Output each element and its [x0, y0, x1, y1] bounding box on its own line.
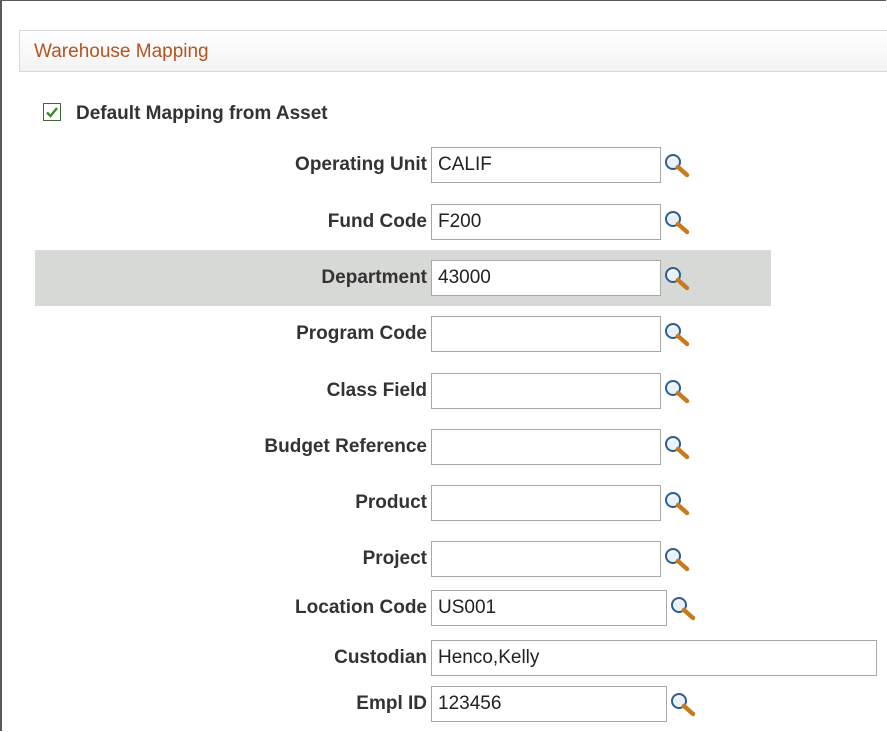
field-row-product: Product	[0, 485, 887, 521]
empl-id-label: Empl ID	[356, 693, 427, 714]
program-code-input[interactable]	[431, 316, 661, 352]
default-mapping-checkbox[interactable]	[43, 103, 61, 121]
field-row-class-field: Class Field	[0, 373, 887, 409]
operating-unit-label: Operating Unit	[295, 154, 427, 175]
field-row-empl-id: Empl ID	[0, 686, 887, 722]
field-row-project: Project	[0, 541, 887, 577]
section-header: Warehouse Mapping	[19, 30, 887, 72]
budget-reference-lookup-icon[interactable]	[662, 434, 692, 460]
location-code-label: Location Code	[295, 597, 427, 618]
class-field-label: Class Field	[326, 380, 427, 401]
fund-code-label: Fund Code	[327, 211, 427, 232]
department-input[interactable]	[431, 260, 661, 296]
section-title: Warehouse Mapping	[34, 41, 209, 62]
checkmark-icon	[46, 107, 58, 118]
field-row-operating-unit: Operating Unit	[0, 147, 887, 183]
empl-id-lookup-icon[interactable]	[668, 691, 698, 717]
operating-unit-input[interactable]	[431, 147, 661, 183]
product-lookup-icon[interactable]	[662, 490, 692, 516]
class-field-input[interactable]	[431, 373, 661, 409]
department-label: Department	[321, 267, 427, 288]
department-lookup-icon[interactable]	[662, 265, 692, 291]
field-row-location-code: Location Code	[0, 590, 887, 626]
product-label: Product	[355, 492, 427, 513]
empl-id-input[interactable]	[431, 686, 667, 722]
product-input[interactable]	[431, 485, 661, 521]
field-row-fund-code: Fund Code	[0, 204, 887, 240]
custodian-input[interactable]	[431, 640, 877, 676]
fund-code-lookup-icon[interactable]	[662, 209, 692, 235]
budget-reference-label: Budget Reference	[264, 436, 427, 457]
project-input[interactable]	[431, 541, 661, 577]
location-code-lookup-icon[interactable]	[668, 595, 698, 621]
field-row-budget-reference: Budget Reference	[0, 429, 887, 465]
budget-reference-input[interactable]	[431, 429, 661, 465]
project-lookup-icon[interactable]	[662, 546, 692, 572]
custodian-label: Custodian	[334, 647, 427, 668]
field-row-program-code: Program Code	[0, 316, 887, 352]
class-field-lookup-icon[interactable]	[662, 378, 692, 404]
field-row-custodian: Custodian	[0, 640, 887, 676]
operating-unit-lookup-icon[interactable]	[662, 152, 692, 178]
project-label: Project	[362, 548, 427, 569]
field-row-department: Department	[0, 260, 887, 296]
program-code-lookup-icon[interactable]	[662, 321, 692, 347]
program-code-label: Program Code	[296, 323, 427, 344]
fund-code-input[interactable]	[431, 204, 661, 240]
location-code-input[interactable]	[431, 590, 667, 626]
default-mapping-label: Default Mapping from Asset	[76, 103, 328, 124]
